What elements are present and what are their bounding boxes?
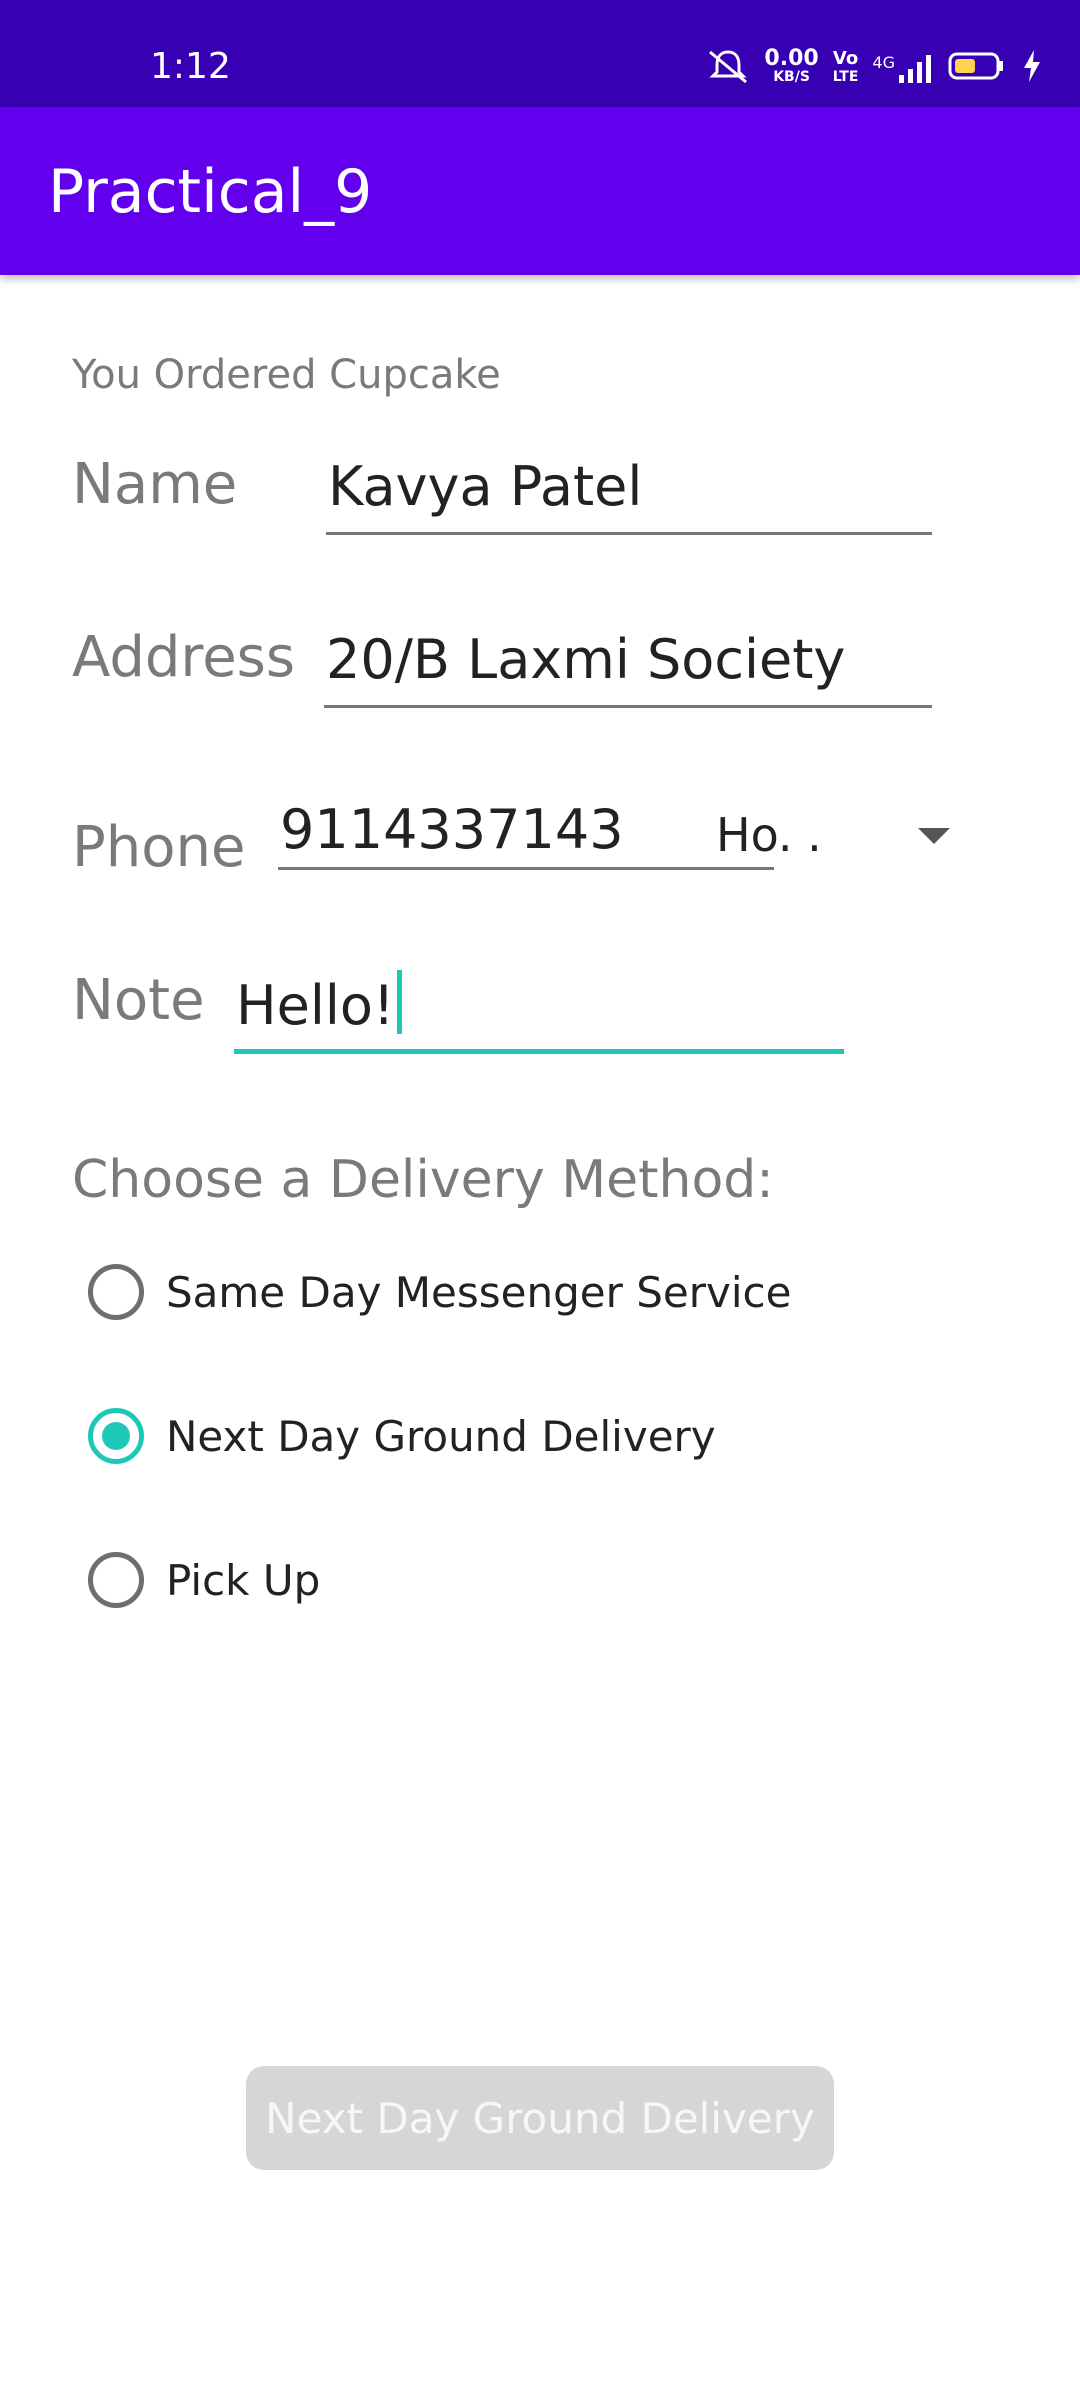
delivery-submit-label: Next Day Ground Delivery bbox=[265, 2093, 815, 2143]
note-field[interactable]: Hello! bbox=[234, 970, 844, 1054]
radio-button-unchecked[interactable] bbox=[88, 1264, 144, 1320]
app-bar: Practical_9 bbox=[0, 107, 1080, 275]
radio-next-day[interactable]: Next Day Ground Delivery bbox=[88, 1396, 716, 1476]
status-bar: 1:12 0.00 KB/S Vo LTE 4G bbox=[0, 0, 1080, 107]
note-value: Hello! bbox=[236, 974, 395, 1037]
note-label: Note bbox=[72, 968, 205, 1033]
radio-label: Next Day Ground Delivery bbox=[166, 1411, 716, 1461]
phone-type-value: Ho. . bbox=[716, 808, 822, 862]
text-cursor bbox=[396, 970, 402, 1034]
radio-pick-up[interactable]: Pick Up bbox=[88, 1540, 320, 1620]
signal-icon: 4G bbox=[872, 53, 934, 83]
name-label: Name bbox=[72, 452, 238, 517]
phone-field[interactable]: 9114337143 bbox=[278, 798, 774, 870]
page-title: Practical_9 bbox=[48, 157, 373, 227]
radio-button-checked[interactable] bbox=[88, 1408, 144, 1464]
charging-icon bbox=[1022, 49, 1042, 87]
status-time: 1:12 bbox=[150, 46, 231, 87]
delivery-submit-button[interactable]: Next Day Ground Delivery bbox=[246, 2066, 834, 2170]
network-speed: 0.00 KB/S bbox=[764, 46, 819, 86]
muted-bell-icon bbox=[706, 48, 750, 88]
phone-type-dropdown[interactable]: Ho. . bbox=[716, 808, 822, 862]
radio-label: Pick Up bbox=[166, 1555, 321, 1605]
name-field[interactable]: Kavya Patel bbox=[326, 455, 932, 535]
address-field[interactable]: 20/B Laxmi Society bbox=[324, 628, 932, 708]
radio-button-unchecked[interactable] bbox=[88, 1552, 144, 1608]
dropdown-arrow-icon[interactable] bbox=[918, 828, 950, 844]
status-icons: 0.00 KB/S Vo LTE 4G bbox=[706, 48, 1042, 88]
battery-icon bbox=[948, 50, 1008, 86]
volte-indicator: Vo LTE bbox=[832, 48, 859, 86]
radio-label: Same Day Messenger Service bbox=[166, 1267, 792, 1317]
delivery-method-title: Choose a Delivery Method: bbox=[72, 1150, 774, 1210]
phone-label: Phone bbox=[72, 815, 246, 880]
radio-same-day[interactable]: Same Day Messenger Service bbox=[88, 1252, 791, 1332]
address-label: Address bbox=[72, 625, 296, 690]
order-summary: You Ordered Cupcake bbox=[72, 352, 501, 398]
